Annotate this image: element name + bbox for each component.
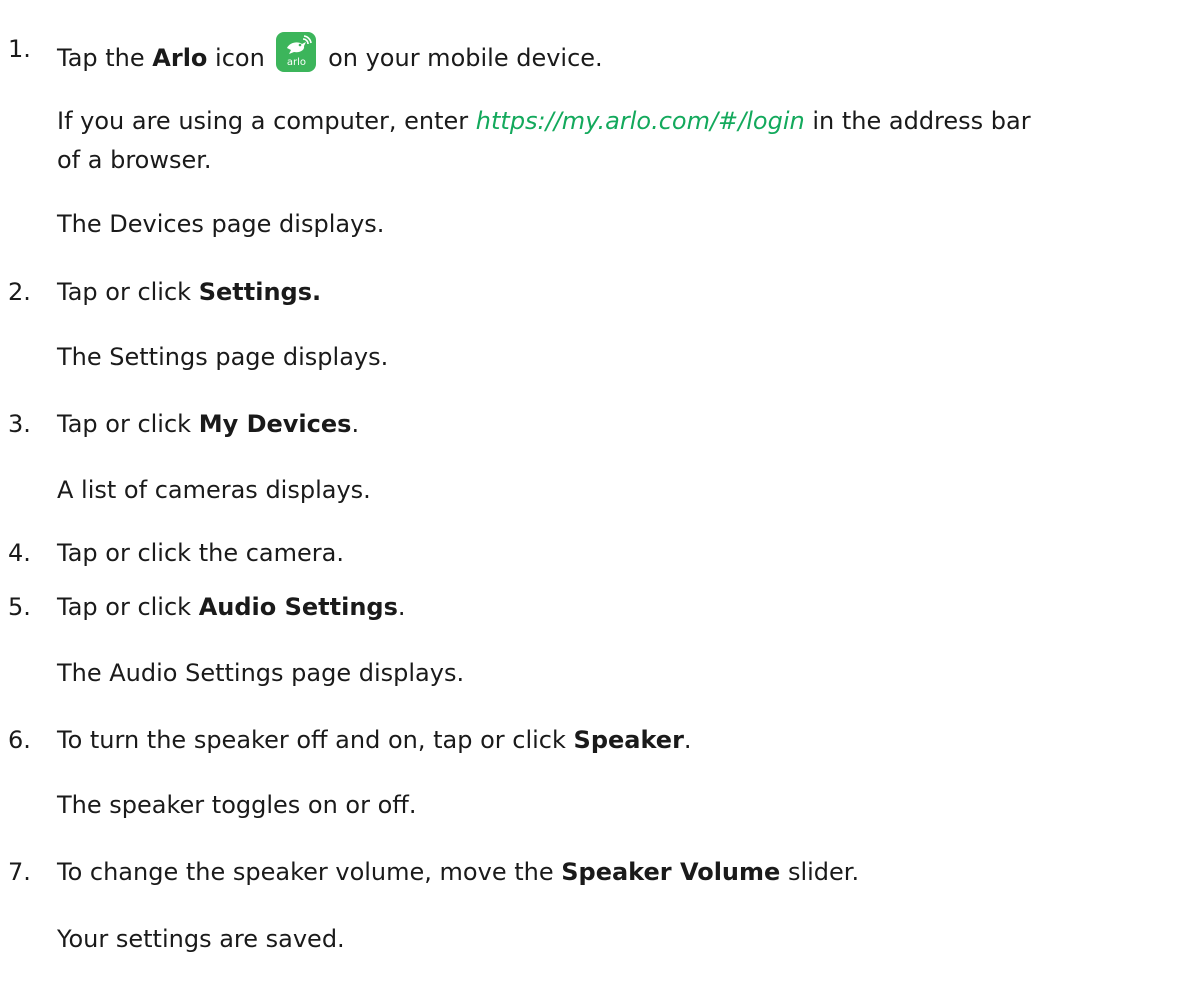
step-number: 6. xyxy=(8,726,31,754)
step-number: 7. xyxy=(8,858,31,886)
step-bold: Arlo xyxy=(152,44,208,72)
step-text: To turn the speaker off and on, tap or c… xyxy=(57,726,692,754)
arlo-app-icon: arlo xyxy=(276,32,317,72)
instructions-document: 1. Tap the Arlo icon arlo on your mobile… xyxy=(0,0,1204,981)
step-text: To change the speaker volume, move the S… xyxy=(57,858,860,886)
step-bold: My Devices xyxy=(198,410,352,438)
step-number: 5. xyxy=(8,593,31,621)
step-number: 1. xyxy=(8,35,31,63)
step-text: Tap or click Settings. xyxy=(57,278,322,306)
step-text: Tap or click My Devices. xyxy=(57,410,360,438)
step-number: 2. xyxy=(8,278,31,306)
step-bold: Speaker Volume xyxy=(561,858,781,886)
step-bold: Speaker xyxy=(573,726,684,754)
step-text: Tap or click the camera. xyxy=(57,539,344,567)
step-bold: Settings. xyxy=(198,278,322,306)
step-number: 3. xyxy=(8,410,31,438)
step-number: 4. xyxy=(8,539,31,567)
step-bold: Audio Settings xyxy=(198,593,398,621)
login-url-link[interactable]: https://my.arlo.com/#/login xyxy=(476,107,805,135)
icon-word: arlo xyxy=(286,57,306,68)
step-text: Tap or click Audio Settings. xyxy=(57,593,406,621)
step-text: Tap the Arlo icon arlo on your mobile de… xyxy=(57,32,603,75)
